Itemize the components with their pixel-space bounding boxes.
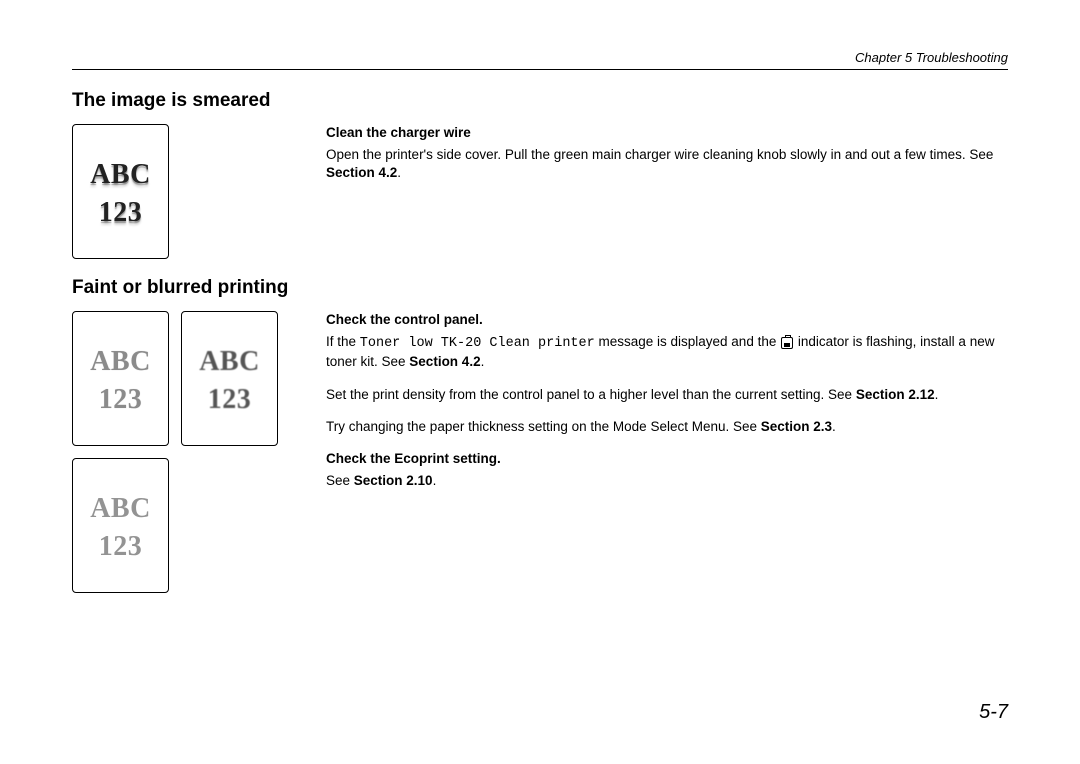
sample-text: ABC 123 <box>199 343 260 419</box>
sample-abc: ABC <box>90 493 151 524</box>
section-ref: Section 2.10 <box>354 473 433 488</box>
sample-123: 123 <box>99 197 143 228</box>
section-title-faint: Faint or blurred printing <box>72 277 1008 299</box>
sample-box-faint-2: ABC 123 <box>181 311 278 446</box>
sample-abc: ABC <box>90 159 151 190</box>
chapter-header: Chapter 5 Troubleshooting <box>72 50 1008 65</box>
header-rule <box>72 69 1008 70</box>
sample-text: ABC 123 <box>90 343 151 419</box>
sample-123: 123 <box>99 384 143 415</box>
sample-box-smeared: ABC 123 <box>72 124 169 259</box>
toner-indicator-icon <box>781 337 793 349</box>
page-number: 5-7 <box>979 701 1008 724</box>
sample-box-faint-1: ABC 123 <box>72 311 169 446</box>
step-clean-charger-body: Open the printer's side cover. Pull the … <box>326 146 1008 182</box>
text-fragment: . <box>832 419 836 434</box>
text-fragment: See <box>326 473 354 488</box>
message-text: Toner low TK-20 Clean printer <box>360 336 595 351</box>
step-ecoprint-title: Check the Ecoprint setting. <box>326 450 1008 468</box>
text-fragment: . <box>397 165 401 180</box>
step-clean-charger-title: Clean the charger wire <box>326 124 1008 142</box>
page: Chapter 5 Troubleshooting The image is s… <box>0 0 1080 764</box>
section-ref: Section 4.2 <box>326 165 397 180</box>
text-fragment: Open the printer's side cover. Pull the … <box>326 147 993 162</box>
sample-abc: ABC <box>90 346 151 377</box>
sample-123: 123 <box>208 384 252 415</box>
step-ecoprint-body: See Section 2.10. <box>326 472 1008 490</box>
section-faint-row: ABC 123 ABC 123 ABC 123 Check the contro… <box>72 311 1008 593</box>
text-fragment: If the <box>326 334 360 349</box>
text-column-1: Clean the charger wire Open the printer'… <box>326 124 1008 197</box>
sample-123: 123 <box>99 531 143 562</box>
section-title-smeared: The image is smeared <box>72 90 1008 112</box>
sample-text: ABC 123 <box>90 156 151 232</box>
text-fragment: . <box>433 473 437 488</box>
sample-column-2: ABC 123 ABC 123 ABC 123 <box>72 311 326 593</box>
text-fragment: . <box>481 354 485 369</box>
sample-text: ABC 123 <box>90 490 151 566</box>
step-check-panel-body-3: Try changing the paper thickness setting… <box>326 418 1008 436</box>
text-fragment: message is displayed and the <box>595 334 780 349</box>
section-smeared-row: ABC 123 Clean the charger wire Open the … <box>72 124 1008 259</box>
text-fragment: Set the print density from the control p… <box>326 387 856 402</box>
sample-column-1: ABC 123 <box>72 124 326 259</box>
section-ref: Section 4.2 <box>409 354 480 369</box>
section-ref: Section 2.3 <box>761 419 832 434</box>
step-check-panel-body-2: Set the print density from the control p… <box>326 386 1008 404</box>
text-fragment: Try changing the paper thickness setting… <box>326 419 761 434</box>
step-check-panel-body-1: If the Toner low TK-20 Clean printer mes… <box>326 333 1008 371</box>
text-fragment: . <box>935 387 939 402</box>
step-check-panel-title: Check the control panel. <box>326 311 1008 329</box>
sample-abc: ABC <box>199 346 260 377</box>
section-ref: Section 2.12 <box>856 387 935 402</box>
sample-box-faint-3: ABC 123 <box>72 458 169 593</box>
text-column-2: Check the control panel. If the Toner lo… <box>326 311 1008 505</box>
